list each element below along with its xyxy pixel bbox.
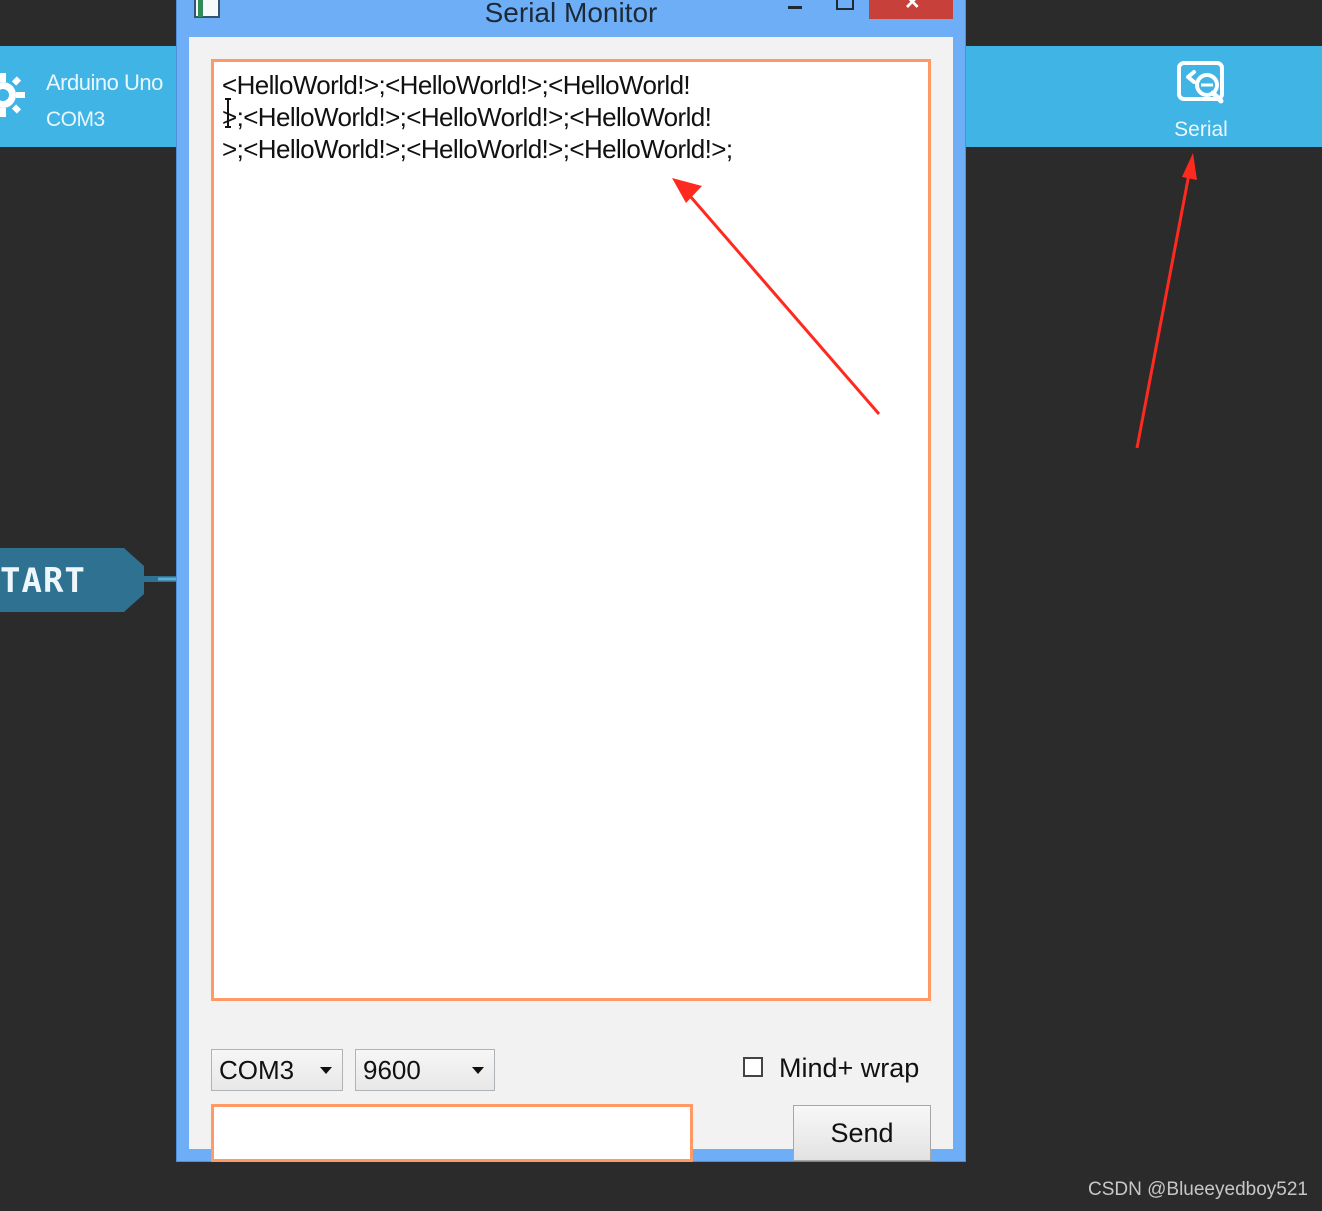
serial-output-line: >;<HelloWorld!>;<HelloWorld!>;<HelloWorl… bbox=[222, 134, 733, 164]
start-code-block[interactable]: TART bbox=[0, 548, 178, 612]
minimize-icon bbox=[788, 6, 802, 9]
port-select-value: COM3 bbox=[219, 1055, 295, 1085]
baud-rate-select[interactable]: 9600 bbox=[355, 1049, 495, 1091]
close-button[interactable]: × bbox=[869, 0, 953, 19]
wrap-checkbox[interactable] bbox=[743, 1057, 763, 1077]
minimize-button[interactable] bbox=[771, 0, 819, 21]
dropdown-arrow-icon bbox=[320, 1067, 332, 1074]
serial-output-area[interactable]: <HelloWorld!>;<HelloWorld!>;<HelloWorld!… bbox=[211, 59, 931, 1001]
serial-output-text: <HelloWorld!>;<HelloWorld!>;<HelloWorld!… bbox=[222, 69, 872, 165]
serial-monitor-client-area: <HelloWorld!>;<HelloWorld!>;<HelloWorld!… bbox=[189, 37, 953, 1162]
board-selector[interactable]: Arduino Uno COM3 bbox=[0, 46, 190, 147]
serial-button-label: Serial bbox=[1174, 118, 1228, 141]
serial-output-line: >;<HelloWorld!>;<HelloWorld!>;<HelloWorl… bbox=[222, 102, 712, 132]
maximize-button[interactable] bbox=[821, 0, 869, 21]
serial-monitor-window: Serial Monitor × <HelloWorld!>;<HelloWor… bbox=[176, 0, 966, 1162]
serial-message-input[interactable] bbox=[211, 1104, 693, 1162]
board-port: COM3 bbox=[46, 108, 105, 131]
source-watermark: CSDN @Blueeyedboy521 bbox=[1088, 1179, 1308, 1200]
dropdown-arrow-icon bbox=[472, 1067, 484, 1074]
annotation-arrow-line bbox=[1135, 173, 1191, 449]
serial-output-line: <HelloWorld!>;<HelloWorld!>;<HelloWorld! bbox=[222, 70, 691, 100]
board-name: Arduino Uno bbox=[46, 70, 163, 95]
close-icon: × bbox=[905, 0, 920, 16]
mind-plus-wrap-toggle[interactable]: Mind+ wrap bbox=[743, 1053, 933, 1095]
serial-monitor-button[interactable]: Serial bbox=[1153, 58, 1249, 146]
annotation-arrow-head bbox=[1182, 153, 1197, 180]
start-block-label: TART bbox=[0, 561, 86, 601]
serial-monitor-icon bbox=[1177, 61, 1224, 104]
maximize-icon bbox=[836, 0, 854, 10]
wrap-checkbox-label: Mind+ wrap bbox=[779, 1053, 920, 1083]
baud-rate-value: 9600 bbox=[363, 1055, 421, 1085]
send-button[interactable]: Send bbox=[793, 1105, 931, 1161]
text-cursor-icon bbox=[225, 98, 231, 128]
window-titlebar[interactable]: Serial Monitor × bbox=[177, 0, 965, 35]
port-select[interactable]: COM3 bbox=[211, 1049, 343, 1091]
gear-icon bbox=[0, 73, 25, 117]
